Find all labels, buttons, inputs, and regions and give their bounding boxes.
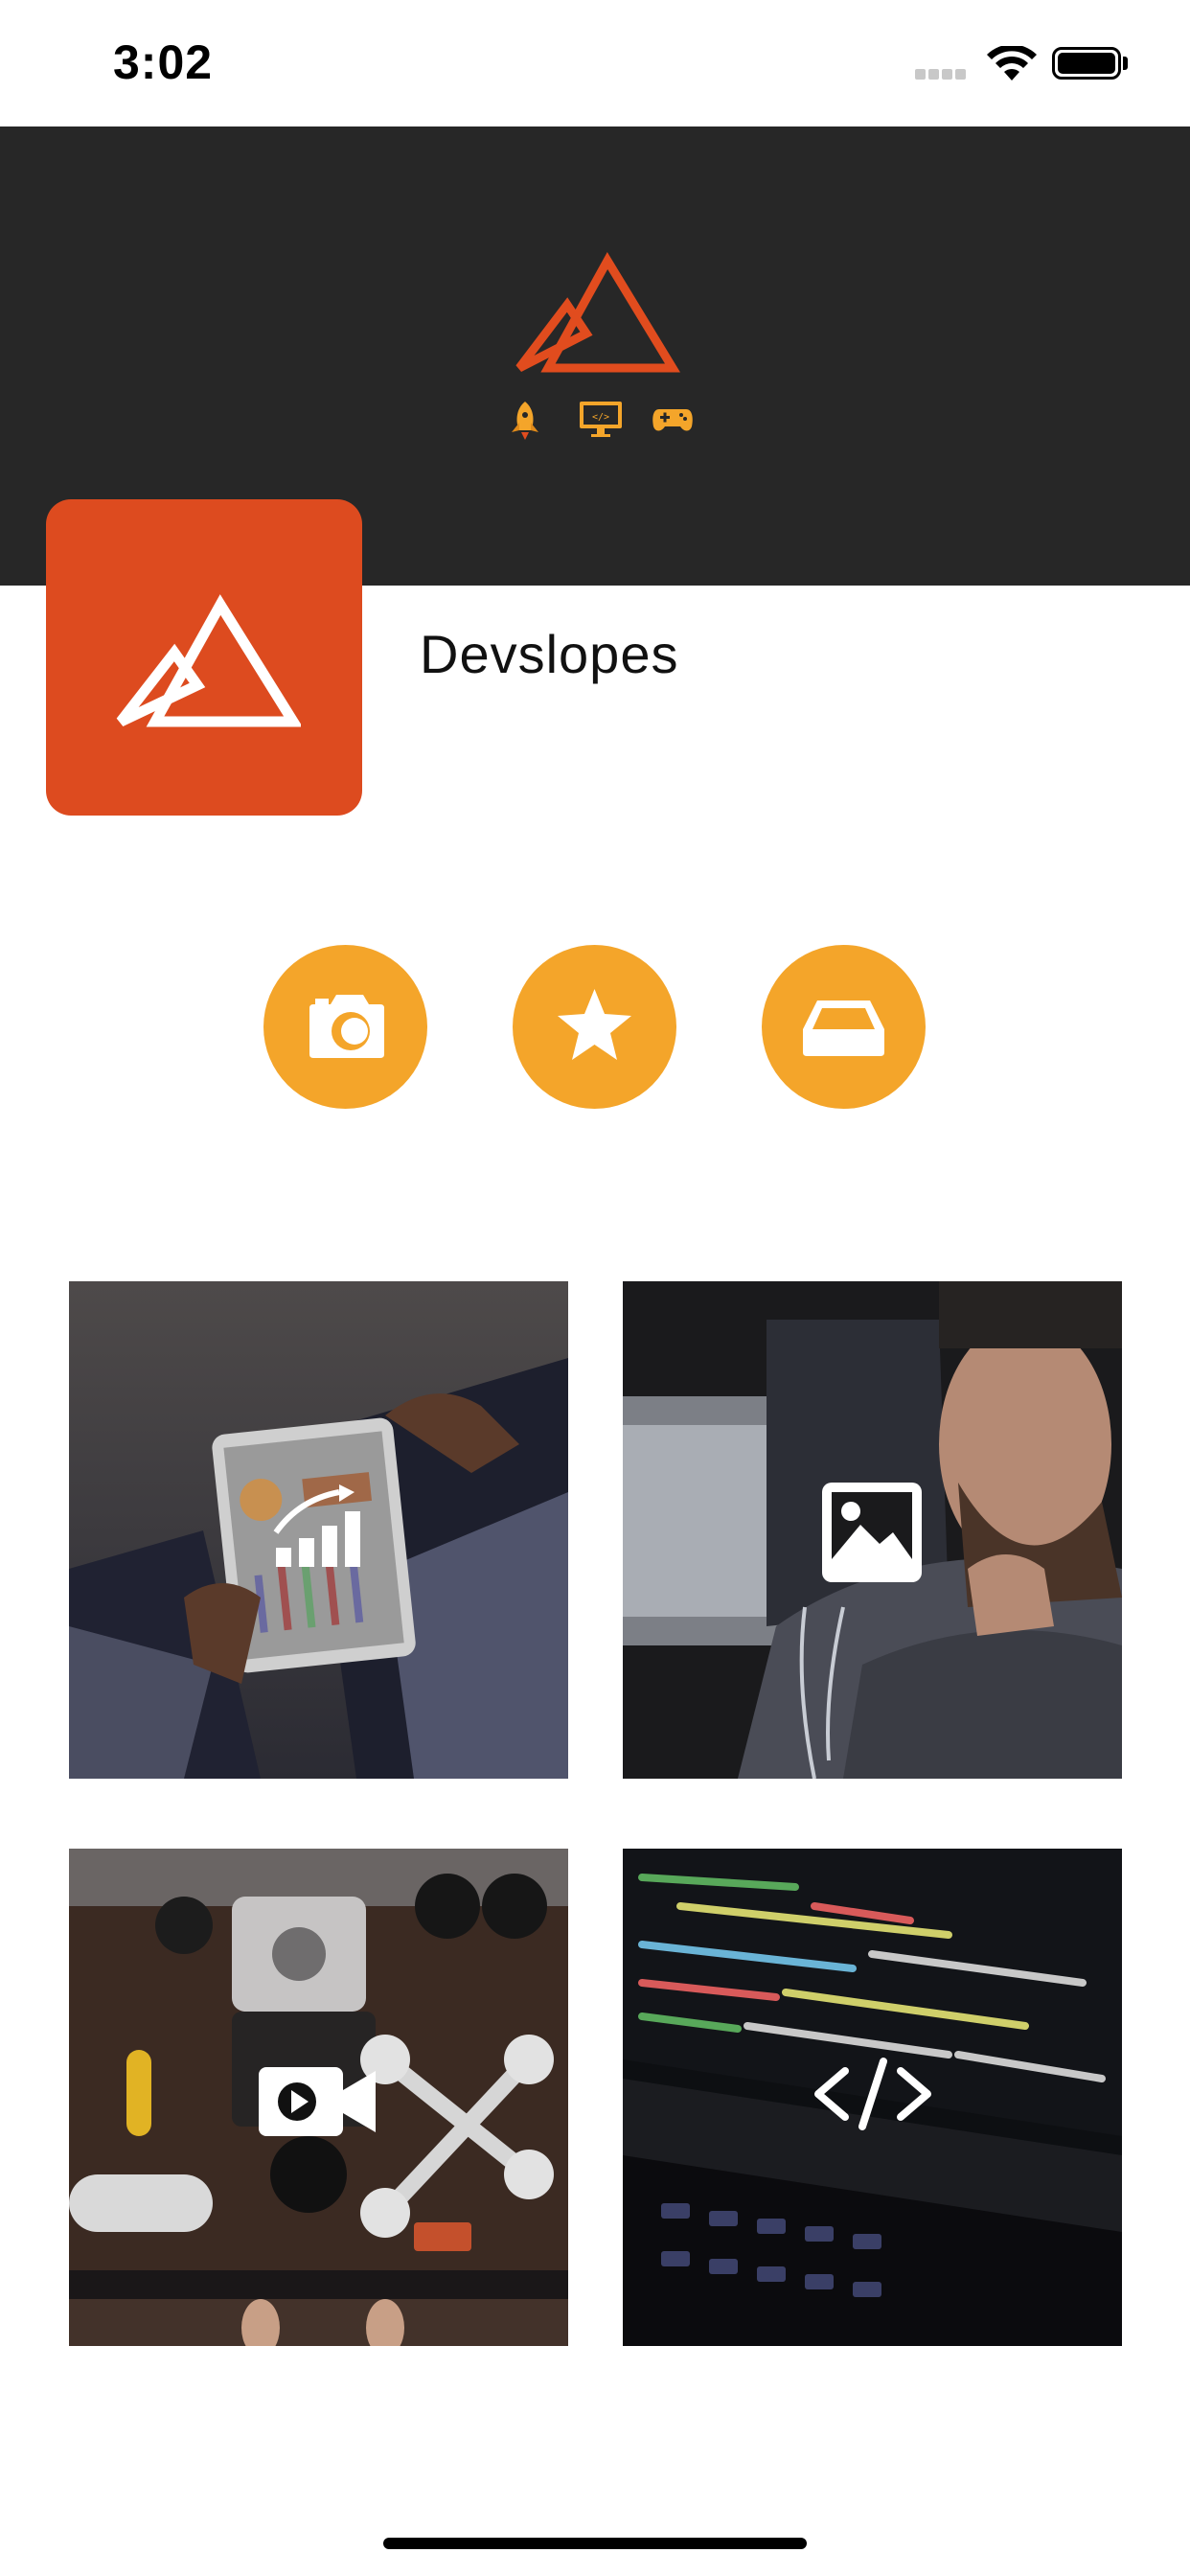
home-indicator[interactable] <box>383 2538 807 2549</box>
cellular-signal-icon <box>915 67 969 84</box>
profile-name: Devslopes <box>420 624 679 684</box>
rocket-icon <box>512 402 538 440</box>
favorites-button[interactable] <box>513 945 676 1109</box>
inbox-button[interactable] <box>762 945 926 1109</box>
photos-tile[interactable] <box>623 1281 1122 1779</box>
inbox-icon <box>803 1000 884 1056</box>
code-tile[interactable] <box>623 1849 1122 2346</box>
code-monitor-icon: </> <box>580 402 622 437</box>
chart-icon <box>273 1484 360 1567</box>
video-camera-icon <box>259 2067 376 2136</box>
wifi-icon <box>987 46 1037 80</box>
status-time: 3:02 <box>113 35 214 89</box>
svg-text:</>: </> <box>592 412 609 423</box>
status-bar: 3:02 <box>0 0 1190 126</box>
battery-icon <box>1052 47 1121 80</box>
camera-icon <box>309 995 384 1058</box>
devslopes-avatar-logo-icon <box>116 594 301 727</box>
star-icon <box>558 989 631 1060</box>
gamepad-icon <box>652 409 693 431</box>
profile-avatar[interactable] <box>46 499 362 816</box>
code-icon <box>814 2058 931 2130</box>
devslopes-logo-icon <box>515 252 680 373</box>
camera-button[interactable] <box>263 945 427 1109</box>
videos-tile[interactable] <box>69 1849 568 2346</box>
analytics-tile[interactable] <box>69 1281 568 1779</box>
image-icon <box>822 1483 922 1582</box>
